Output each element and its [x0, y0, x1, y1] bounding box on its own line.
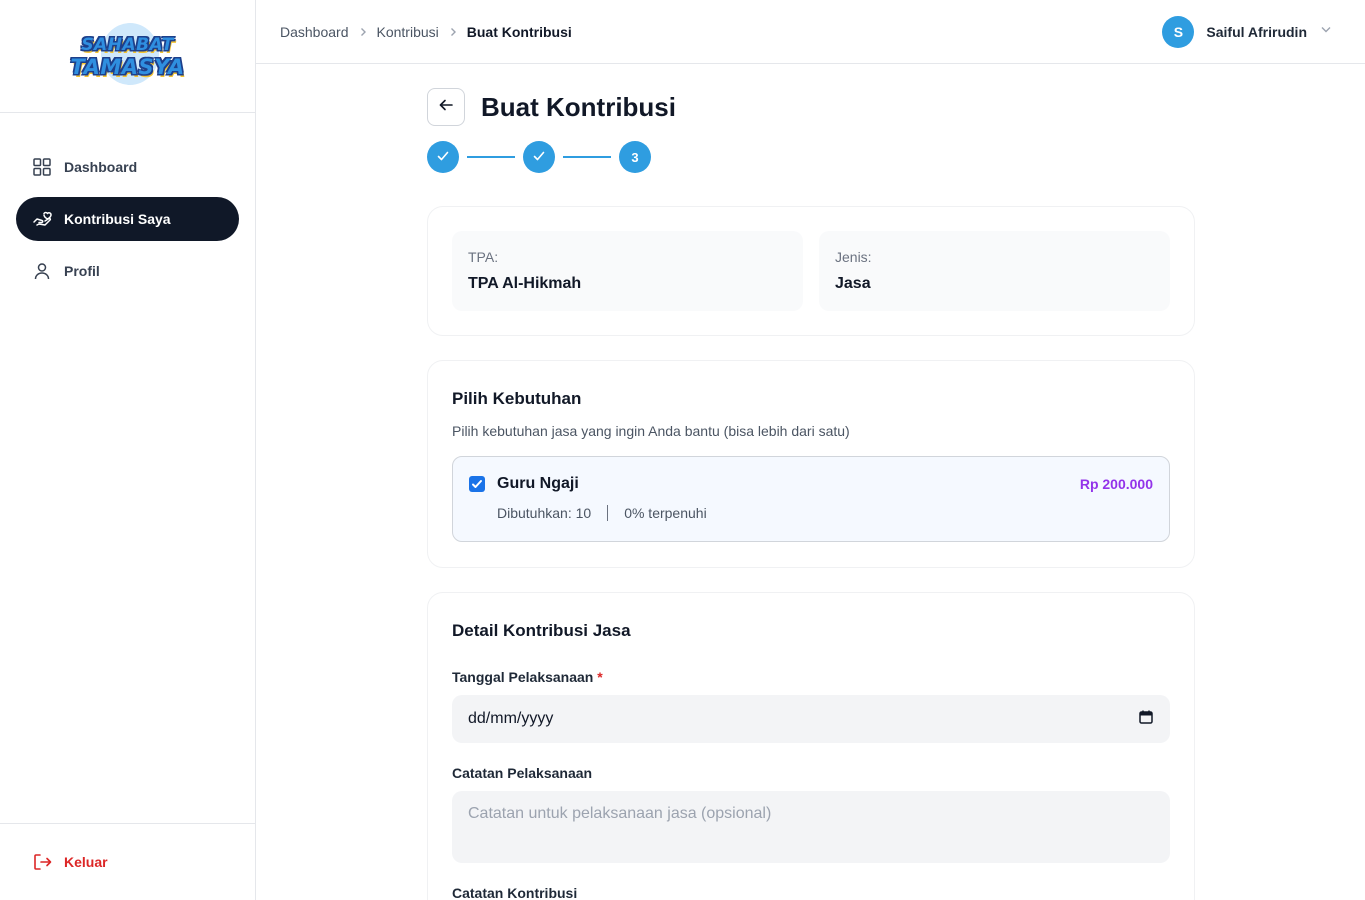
sidebar-item-profil[interactable]: Profil [16, 249, 239, 293]
check-icon [472, 480, 482, 488]
step-1-complete [427, 141, 459, 173]
tpa-value: TPA Al-Hikmah [468, 275, 582, 292]
date-input[interactable]: dd/mm/yyyy [452, 695, 1170, 743]
breadcrumb-item-current: Buat Kontribusi [466, 23, 572, 40]
step-3-current: 3 [619, 141, 651, 173]
sidebar-item-label: Kontribusi Saya [64, 211, 171, 227]
tpa-label: TPA: [468, 249, 499, 265]
check-icon [436, 149, 450, 166]
logout-label: Keluar [64, 854, 108, 870]
notes-label: Catatan Pelaksanaan [452, 765, 593, 781]
calendar-icon[interactable] [1138, 709, 1154, 730]
user-icon [32, 261, 52, 281]
need-checkbox[interactable] [469, 476, 485, 492]
meta-divider [607, 505, 609, 521]
jenis-label: Jenis: [835, 249, 872, 265]
needs-subtitle: Pilih kebutuhan jasa yang ingin Anda ban… [452, 423, 850, 439]
title-row: Buat Kontribusi [427, 88, 1195, 126]
app-logo[interactable]: SAHABAT TAMASYA [63, 23, 193, 89]
avatar: S [1162, 15, 1195, 48]
need-fulfilled: 0% terpenuhi [624, 505, 707, 521]
user-menu[interactable]: S Saiful Afrirudin [1162, 15, 1333, 48]
detail-card: Detail Kontribusi Jasa Tanggal Pelaksana… [427, 592, 1195, 900]
logo-area: SAHABAT TAMASYA [0, 0, 255, 113]
page-title: Buat Kontribusi [481, 91, 676, 122]
user-name: Saiful Afrirudin [1206, 23, 1307, 40]
tpa-info: TPA: TPA Al-Hikmah [452, 231, 803, 311]
date-value: dd/mm/yyyy [468, 710, 554, 727]
needs-title: Pilih Kebutuhan [452, 389, 582, 408]
back-button[interactable] [427, 88, 465, 126]
need-name: Guru Ngaji [497, 475, 579, 492]
logout-icon [32, 852, 52, 872]
jenis-value: Jasa [835, 275, 871, 292]
need-price: Rp 200.000 [1079, 476, 1153, 492]
notes-field-group: Catatan Pelaksanaan Catatan untuk pelaks… [452, 765, 1170, 863]
chevron-down-icon [1319, 22, 1333, 41]
sidebar-item-label: Profil [64, 263, 100, 279]
chevron-right-icon [357, 26, 369, 38]
sidebar-item-label: Dashboard [64, 159, 138, 175]
check-icon [532, 149, 546, 166]
need-item-guru-ngaji[interactable]: Guru Ngaji Rp 200.000 Dibutuhkan: 10 0% … [452, 456, 1170, 542]
need-needed: Dibutuhkan: 10 [497, 505, 592, 521]
stepper: 3 [427, 141, 1195, 173]
sidebar: SAHABAT TAMASYA Dashboard Kontribusi Say… [0, 0, 256, 900]
logout-button[interactable]: Keluar [32, 852, 108, 872]
need-meta: Dibutuhkan: 10 0% terpenuhi [497, 505, 1153, 521]
sidebar-nav: Dashboard Kontribusi Saya Profil [0, 113, 255, 293]
jenis-info: Jenis: Jasa [819, 231, 1170, 311]
step-2-complete [523, 141, 555, 173]
arrow-left-icon [438, 97, 454, 118]
date-label-text: Tanggal Pelaksanaan [452, 669, 594, 685]
logo-line-1: SAHABAT [81, 35, 174, 55]
grid-icon [32, 157, 52, 177]
needs-card: Pilih Kebutuhan Pilih kebutuhan jasa yan… [427, 360, 1195, 568]
breadcrumb-item-dashboard[interactable]: Dashboard [280, 24, 349, 40]
contrib-notes-field-group: Catatan Kontribusi [452, 885, 1170, 900]
sidebar-item-dashboard[interactable]: Dashboard [16, 145, 239, 189]
main-content: Buat Kontribusi 3 TPA: TPA Al-Hikmah Jen… [427, 64, 1195, 900]
chevron-right-icon [447, 26, 459, 38]
date-field-group: Tanggal Pelaksanaan * dd/mm/yyyy [452, 669, 1170, 743]
logo-line-2: TAMASYA [70, 55, 185, 79]
top-header: Dashboard Kontribusi Buat Kontribusi S S… [256, 0, 1365, 64]
need-top: Guru Ngaji Rp 200.000 [469, 475, 1153, 493]
contrib-notes-label: Catatan Kontribusi [452, 885, 578, 900]
required-marker: * [597, 669, 603, 685]
step-connector [467, 156, 515, 158]
hand-heart-icon [32, 209, 52, 229]
info-card: TPA: TPA Al-Hikmah Jenis: Jasa [427, 206, 1195, 336]
breadcrumb-item-kontribusi[interactable]: Kontribusi [377, 24, 439, 40]
sidebar-footer: Keluar [0, 823, 255, 900]
detail-title: Detail Kontribusi Jasa [452, 621, 631, 640]
sidebar-item-kontribusi-saya[interactable]: Kontribusi Saya [16, 197, 239, 241]
breadcrumb: Dashboard Kontribusi Buat Kontribusi [280, 24, 572, 40]
notes-textarea[interactable]: Catatan untuk pelaksanaan jasa (opsional… [452, 791, 1170, 863]
need-left: Guru Ngaji [469, 475, 579, 493]
date-label: Tanggal Pelaksanaan * [452, 669, 603, 685]
step-connector [563, 156, 611, 158]
